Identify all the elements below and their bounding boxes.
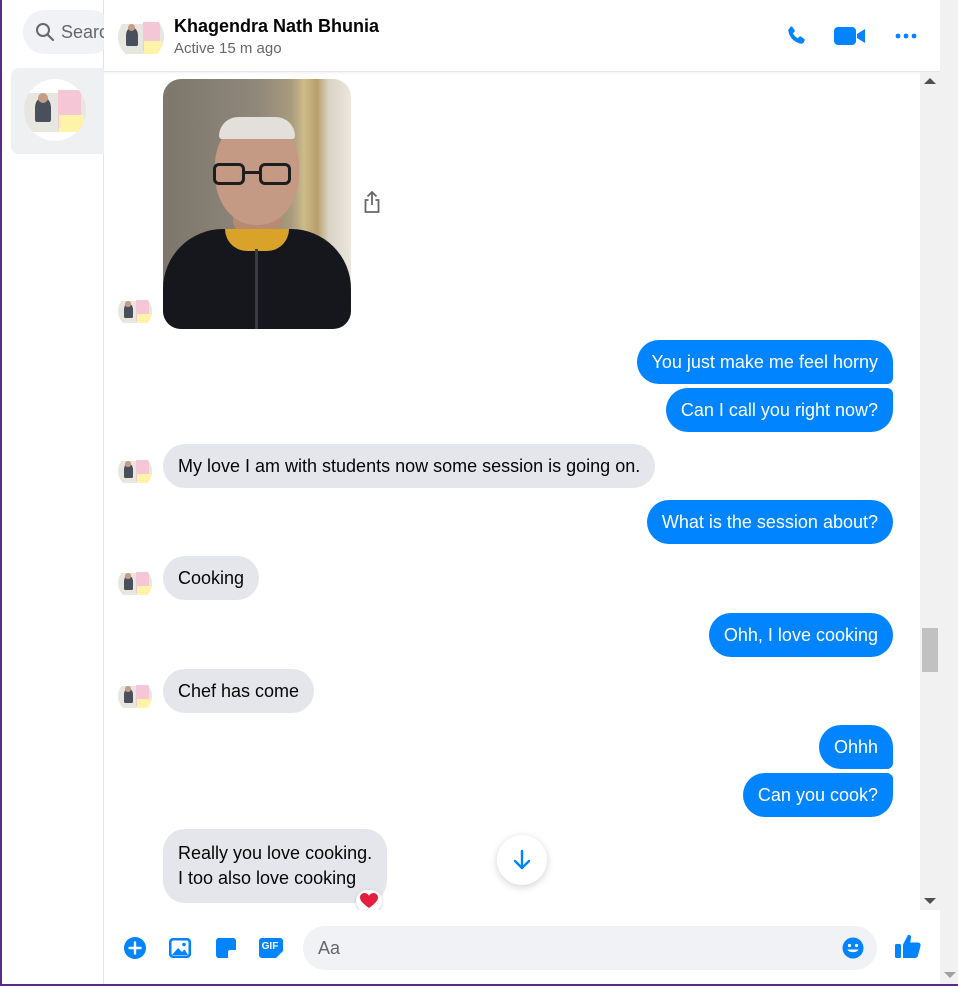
message-line: I too also love cooking (178, 868, 357, 888)
message-composer: GIF (104, 910, 940, 984)
message-reaction[interactable] (356, 890, 382, 910)
sender-avatar[interactable] (118, 294, 152, 328)
incoming-message-multiline[interactable]: Really you love cooking. I too also love… (163, 829, 388, 903)
message-list[interactable]: You just make me feel horny Can I call y… (104, 72, 920, 910)
chat-header: Khagendra Nath Bhunia Active 15 m ago (104, 0, 940, 72)
conversation-sidebar: Search (4, 0, 113, 984)
arrow-down-icon (513, 849, 531, 870)
outgoing-message[interactable]: You just make me feel horny (636, 340, 893, 384)
thumbs-up-icon (895, 934, 921, 958)
gif-label: GIF (261, 941, 279, 952)
incoming-message[interactable]: Cooking (163, 556, 260, 600)
sender-avatar[interactable] (118, 566, 152, 600)
attach-image-button[interactable] (168, 936, 192, 960)
photo-message[interactable] (163, 79, 351, 329)
outgoing-message[interactable]: Ohh, I love cooking (708, 613, 893, 657)
message-line: Really you love cooking. (178, 843, 373, 863)
heart-icon (360, 893, 378, 908)
share-button[interactable] (362, 190, 382, 214)
scroll-down-arrow[interactable] (924, 898, 936, 904)
video-camera-icon (834, 27, 865, 45)
phone-icon (788, 26, 805, 44)
message-scrollbar[interactable] (920, 72, 940, 910)
sender-avatar[interactable] (118, 679, 152, 713)
page-scrollbar[interactable] (940, 0, 958, 984)
scroll-thumb[interactable] (922, 628, 938, 672)
gif-button[interactable]: GIF (258, 936, 284, 960)
outgoing-message[interactable]: Ohhh (818, 725, 893, 769)
search-box[interactable]: Search (23, 10, 113, 54)
sticker-icon (216, 938, 236, 958)
app-window: Search Khagendra Nath Bhunia Active 15 m… (0, 0, 958, 986)
plus-circle-icon (124, 937, 146, 959)
page-scroll-down-arrow[interactable] (944, 972, 956, 978)
emoji-button[interactable] (842, 937, 864, 959)
sender-avatar[interactable] (118, 454, 152, 488)
more-options-button[interactable] (888, 20, 924, 52)
contact-name[interactable]: Khagendra Nath Bhunia (174, 16, 379, 37)
search-icon (36, 23, 55, 42)
sticker-button[interactable] (214, 936, 238, 960)
outgoing-message[interactable]: What is the session about? (646, 500, 893, 544)
outgoing-message[interactable]: Can I call you right now? (665, 388, 893, 432)
more-actions-button[interactable] (123, 936, 147, 960)
share-icon (364, 190, 380, 213)
outgoing-message[interactable]: Can you cook? (742, 773, 893, 817)
chat-panel: Khagendra Nath Bhunia Active 15 m ago Yo… (104, 0, 958, 984)
scroll-up-arrow[interactable] (924, 78, 936, 84)
contact-status: Active 15 m ago (174, 40, 282, 57)
video-call-button[interactable] (832, 20, 868, 52)
incoming-message[interactable]: Chef has come (163, 669, 315, 713)
scroll-to-bottom-button[interactable] (497, 835, 547, 885)
message-input[interactable] (303, 926, 877, 970)
incoming-message[interactable]: My love I am with students now some sess… (163, 444, 656, 488)
conversation-avatar (24, 79, 86, 141)
conversation-item-active[interactable] (11, 68, 104, 154)
contact-avatar[interactable] (118, 14, 164, 60)
audio-call-button[interactable] (778, 20, 814, 52)
emoji-icon (842, 937, 864, 959)
send-like-button[interactable] (894, 932, 922, 960)
more-icon (895, 33, 917, 39)
image-icon (169, 938, 191, 958)
